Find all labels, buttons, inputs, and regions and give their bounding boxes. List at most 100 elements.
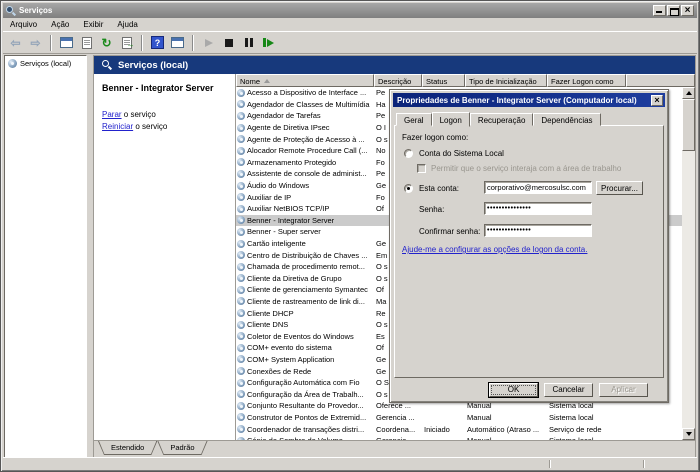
scrollbar-thumb[interactable] — [682, 99, 695, 151]
extended-info-panel: Benner - Integrator Server Parar o servi… — [94, 74, 235, 440]
restart-service-link[interactable]: Reiniciar — [102, 122, 133, 131]
dialog-close-icon[interactable]: × — [651, 95, 663, 106]
services-app-icon — [6, 6, 16, 16]
services-console-window: Serviços Arquivo Ação Exibir Ajuda ⇦ ⇨ ↻… — [0, 0, 700, 472]
menu-acao[interactable]: Ação — [44, 18, 76, 31]
export-icon[interactable]: → — [118, 34, 135, 51]
properties-dialog: Propriedades de Benner - Integrator Serv… — [389, 89, 669, 403]
start-service-icon[interactable] — [200, 34, 217, 51]
menu-ajuda[interactable]: Ajuda — [110, 18, 144, 31]
magnifier-icon — [102, 60, 112, 70]
service-gear-icon — [237, 413, 245, 421]
tab-geral[interactable]: Geral — [396, 113, 432, 126]
local-system-radio[interactable] — [404, 149, 413, 158]
close-button[interactable] — [681, 5, 694, 16]
service-gear-icon — [237, 147, 245, 155]
service-gear-icon — [237, 135, 245, 143]
vertical-scrollbar[interactable] — [682, 87, 695, 440]
pane-header-title: Serviços (local) — [118, 60, 188, 71]
service-row[interactable]: Construtor de Pontos de Extremid... Gere… — [236, 412, 682, 424]
minimize-button[interactable] — [653, 5, 666, 16]
ok-button[interactable]: OK — [489, 383, 538, 397]
service-gear-icon — [237, 344, 245, 352]
this-account-label[interactable]: Esta conta: — [419, 184, 459, 193]
service-gear-icon — [237, 286, 245, 294]
export-list-icon[interactable] — [78, 34, 95, 51]
pause-service-icon[interactable] — [240, 34, 257, 51]
stop-service-line: Parar o serviço — [102, 109, 227, 121]
toolbar-separator — [50, 35, 52, 51]
service-gear-icon — [237, 321, 245, 329]
browse-button[interactable]: Procurar... — [596, 181, 643, 195]
tab-recuperacao[interactable]: Recuperação — [470, 113, 534, 126]
back-icon[interactable]: ⇦ — [7, 34, 24, 51]
service-gear-icon — [237, 332, 245, 340]
service-gear-icon — [237, 274, 245, 282]
column-header-blank — [626, 74, 695, 87]
service-gear-icon — [237, 425, 245, 433]
service-gear-icon — [237, 228, 245, 236]
console-tree-panel: Serviços (local) — [4, 55, 87, 458]
help-icon[interactable]: ? — [149, 34, 166, 51]
column-header-tipo[interactable]: Tipo de Inicialização — [465, 74, 547, 87]
menu-exibir[interactable]: Exibir — [76, 18, 110, 31]
service-gear-icon — [237, 112, 245, 120]
maximize-button[interactable] — [667, 5, 680, 16]
service-gear-icon — [237, 367, 245, 375]
column-header-nome[interactable]: Nome — [236, 74, 374, 87]
cancel-button[interactable]: Cancelar — [544, 383, 593, 397]
desktop-interact-label: Permitir que o serviço interaja com a ár… — [431, 164, 621, 173]
column-header-descricao[interactable]: Descrição — [374, 74, 422, 87]
tab-dependencias[interactable]: Dependências — [533, 113, 600, 126]
dialog-buttons: OK Cancelar Aplicar — [489, 383, 648, 397]
account-input[interactable] — [484, 181, 592, 194]
refresh-icon[interactable]: ↻ — [98, 34, 115, 51]
tab-padrao[interactable]: Padrão — [157, 441, 207, 455]
service-gear-icon — [237, 158, 245, 166]
service-gear-icon — [237, 251, 245, 259]
logon-help-link[interactable]: Ajude-me a configurar as opções de logon… — [402, 245, 587, 254]
column-header-logon[interactable]: Fazer Logon como — [547, 74, 626, 87]
menu-arquivo[interactable]: Arquivo — [3, 18, 44, 31]
toolbar-separator — [192, 35, 194, 51]
scroll-down-icon[interactable] — [682, 428, 695, 440]
show-console-tree-icon[interactable] — [58, 34, 75, 51]
service-gear-icon — [237, 355, 245, 363]
status-pane-divider — [643, 460, 645, 468]
password-input[interactable] — [484, 202, 592, 215]
column-header-status[interactable]: Status — [422, 74, 465, 87]
service-row[interactable]: Coordenador de transações distri... Coor… — [236, 423, 682, 435]
service-gear-icon — [237, 193, 245, 201]
list-header: Nome Descrição Status Tipo de Inicializa… — [236, 74, 695, 87]
service-gear-icon — [237, 240, 245, 248]
tab-estendido[interactable]: Estendido — [98, 441, 157, 455]
window-title: Serviços — [19, 6, 52, 15]
stop-service-icon[interactable] — [220, 34, 237, 51]
scroll-up-icon[interactable] — [682, 87, 695, 99]
password-label: Senha: — [419, 205, 444, 214]
apply-button[interactable]: Aplicar — [599, 383, 648, 397]
service-gear-icon — [237, 89, 245, 97]
confirm-password-input[interactable] — [484, 224, 592, 237]
service-gear-icon — [237, 263, 245, 271]
tree-item-services-local[interactable]: Serviços (local) — [7, 58, 84, 69]
sort-ascending-icon — [264, 79, 270, 83]
stop-service-link[interactable]: Parar — [102, 110, 122, 119]
this-account-radio[interactable] — [404, 184, 413, 193]
properties-window-icon[interactable] — [169, 34, 186, 51]
toolbar-separator — [141, 35, 143, 51]
status-bar — [3, 457, 697, 469]
service-gear-icon — [237, 205, 245, 213]
forward-icon[interactable]: ⇨ — [27, 34, 44, 51]
selected-service-name: Benner - Integrator Server — [102, 83, 227, 93]
view-tabs: Estendido Padrão — [94, 440, 695, 457]
local-system-label[interactable]: Conta do Sistema Local — [419, 149, 504, 158]
dialog-title: Propriedades de Benner - Integrator Serv… — [397, 96, 637, 105]
title-bar: Serviços — [3, 3, 697, 18]
restart-service-icon[interactable] — [260, 34, 277, 51]
logon-as-label: Fazer logon como: — [402, 133, 468, 142]
logon-tab-page: Fazer logon como: Conta do Sistema Local… — [394, 125, 664, 378]
tab-logon[interactable]: Logon — [432, 112, 470, 127]
desktop-interact-checkbox[interactable] — [417, 164, 426, 173]
service-gear-icon — [237, 379, 245, 387]
